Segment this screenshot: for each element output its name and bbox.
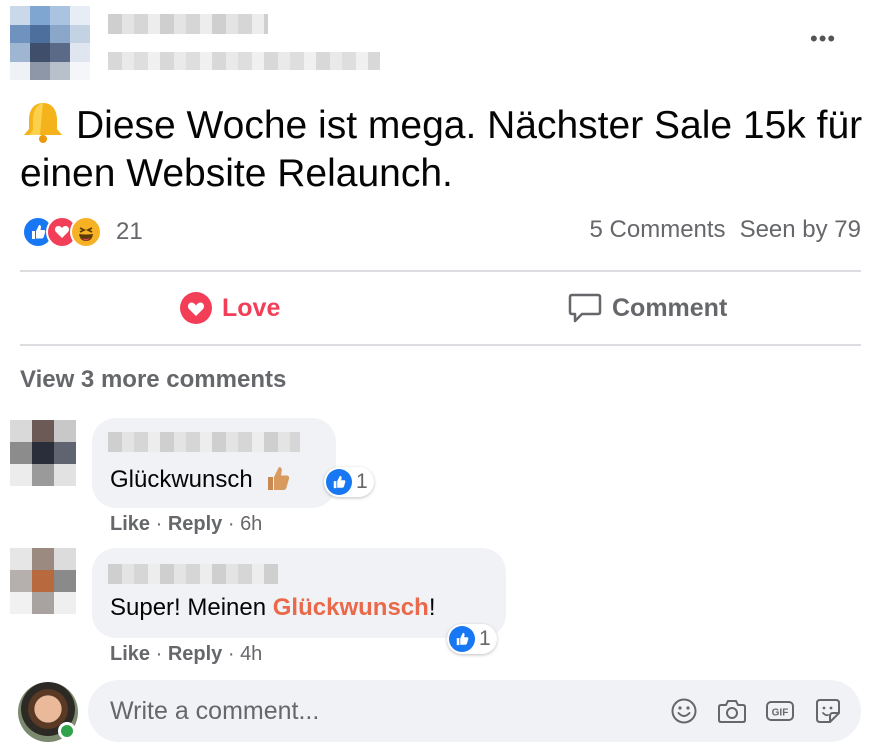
post-author-avatar[interactable] (10, 6, 90, 80)
comment-reaction-count: 1 (479, 627, 491, 650)
love-heart-icon (180, 292, 212, 324)
comment-reaction-badge[interactable]: 1 (447, 624, 497, 654)
comment-text: Glückwunsch (110, 464, 291, 494)
more-options-icon[interactable]: ••• (810, 28, 836, 50)
post-author-name[interactable] (108, 14, 268, 34)
post-meta: 5 Comments Seen by 79 (590, 216, 861, 244)
haha-reaction-icon (70, 216, 102, 248)
love-button-label: Love (222, 293, 281, 322)
comment-reply-link[interactable]: Reply (168, 643, 222, 665)
sticker-icon[interactable] (813, 696, 843, 726)
comment-reply-link[interactable]: Reply (168, 513, 222, 535)
comment-button-label: Comment (612, 293, 728, 322)
comment-author-name[interactable] (108, 432, 300, 452)
comment-time: 6h (240, 513, 263, 535)
comment-text-content: Glückwunsch (110, 466, 253, 493)
reaction-count: 21 (116, 218, 143, 245)
thumbs-up-hand-icon (268, 467, 290, 490)
comment-author-avatar[interactable] (10, 548, 76, 614)
comment-like-link[interactable]: Like (110, 643, 150, 665)
comment-composer[interactable]: Write a comment... GIF (88, 680, 861, 742)
composer-icons: GIF (669, 696, 843, 726)
comment-like-link[interactable]: Like (110, 513, 150, 535)
gif-icon[interactable]: GIF (765, 696, 795, 726)
comment-author-avatar[interactable] (10, 420, 76, 486)
like-reaction-icon (449, 626, 475, 652)
like-reaction-icon (326, 469, 352, 495)
comment-input[interactable]: Write a comment... (110, 697, 319, 726)
emoji-icon[interactable] (669, 696, 699, 726)
comment-time: 4h (240, 643, 263, 665)
comment-meta: Like · Reply · 4h (110, 643, 263, 665)
comment-button[interactable]: Comment (568, 288, 727, 328)
comment-text-after: ! (428, 594, 436, 621)
svg-text:GIF: GIF (772, 708, 789, 719)
comment-text-highlight[interactable]: Glückwunsch (273, 594, 429, 621)
comment-reaction-count: 1 (356, 470, 368, 493)
bell-icon (24, 103, 62, 143)
post-text-content: Diese Woche ist mega. Nächster Sale 15k … (20, 104, 863, 195)
online-status-indicator (58, 722, 76, 740)
post-text: Diese Woche ist mega. Nächster Sale 15k … (20, 100, 870, 198)
comment-author-name[interactable] (108, 564, 278, 584)
comment-reaction-badge[interactable]: 1 (324, 467, 374, 497)
reaction-summary[interactable]: 21 (22, 216, 143, 248)
divider-bottom (20, 344, 861, 346)
comments-count-link[interactable]: 5 Comments (590, 216, 726, 244)
comment-text-before: Super! Meinen (110, 594, 273, 621)
comment-text: Super! Meinen Glückwunsch! (110, 594, 435, 622)
view-more-comments-link[interactable]: View 3 more comments (20, 366, 286, 394)
comment-bubble-icon (568, 293, 602, 323)
love-button[interactable]: Love (180, 288, 280, 328)
comment-bubble (92, 548, 506, 638)
comment-meta: Like · Reply · 6h (110, 513, 263, 535)
seen-by-link[interactable]: Seen by 79 (740, 216, 861, 244)
camera-icon[interactable] (717, 696, 747, 726)
post-timestamp (108, 52, 380, 70)
divider-top (20, 270, 861, 272)
